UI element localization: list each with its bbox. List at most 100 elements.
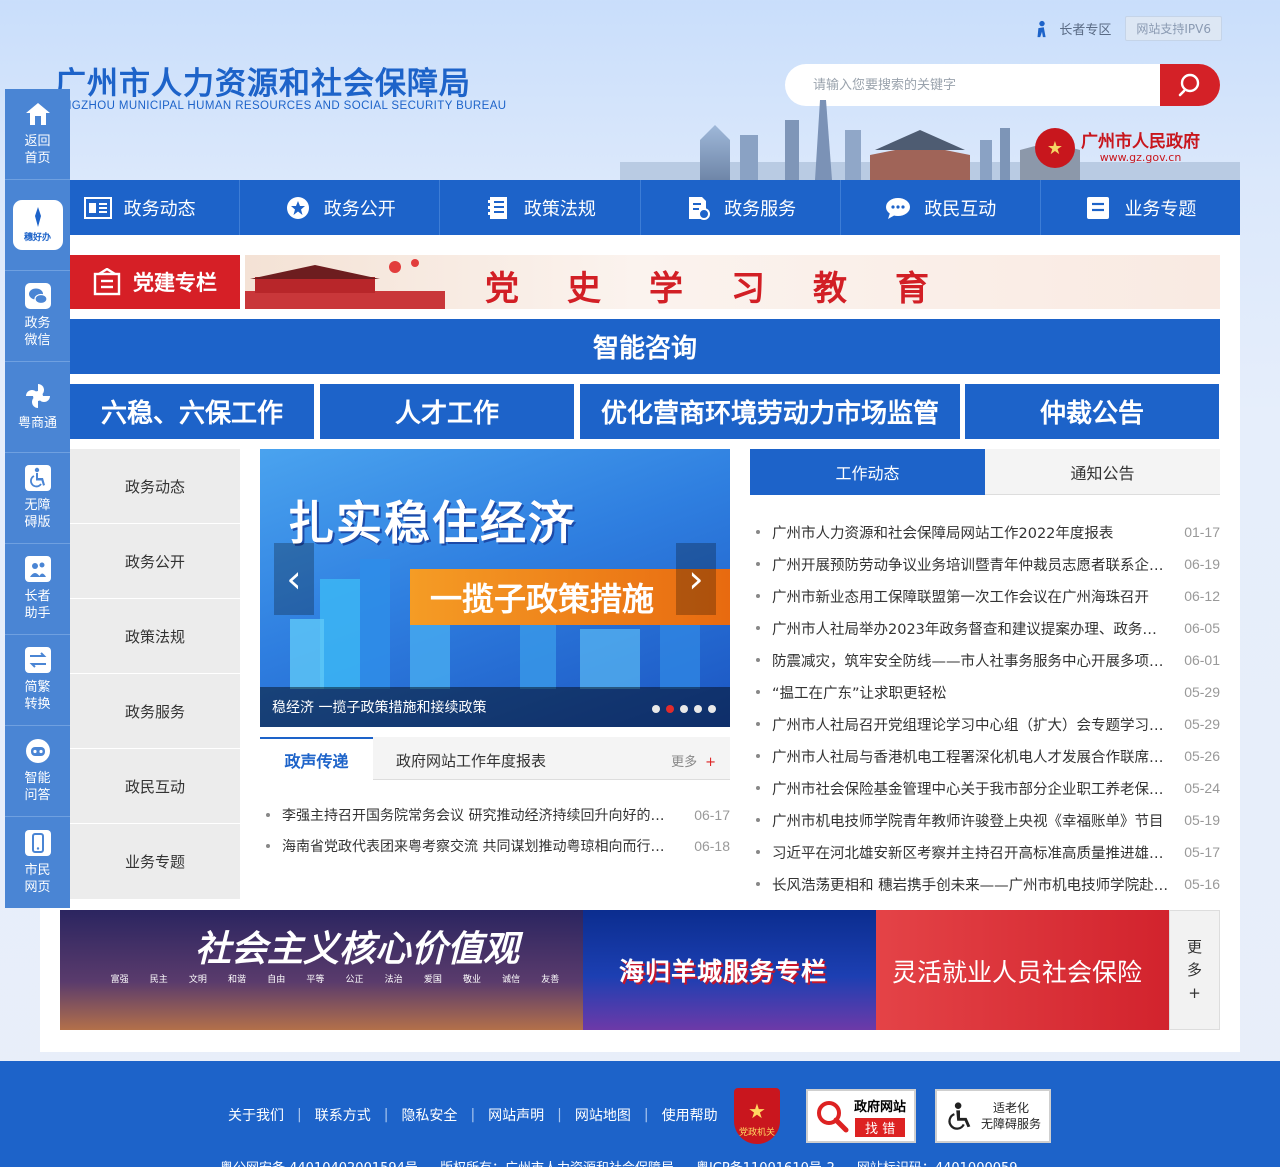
- sidebar-item-wechat[interactable]: 政务 微信: [5, 271, 70, 362]
- elder-zone-link[interactable]: 长者专区: [1033, 19, 1111, 38]
- news-date: 06-12: [1184, 588, 1220, 604]
- tab-work-news[interactable]: 工作动态: [750, 449, 985, 495]
- gov-error-report-badge[interactable]: 政府网站 找 错: [806, 1089, 916, 1143]
- news-item[interactable]: 广州市人社局举办2023年政务督查和建议提案办理、政务公开工作培训 06-05: [752, 612, 1220, 644]
- more-char: 多: [1186, 960, 1202, 979]
- news-title: 广州市社会保险基金管理中心关于我市部分企业职工养老保险待遇调整: [772, 781, 1168, 798]
- nav-item-gov-open[interactable]: 政务公开: [240, 180, 441, 235]
- news-item[interactable]: 广州市新业态用工保障联盟第一次工作会议在广州海珠召开 06-12: [752, 580, 1220, 612]
- icp-record[interactable]: 粤ICP备11001610号-2: [696, 1157, 835, 1167]
- news-title: 广州开展预防劳动争议业务培训暨青年仲裁员志愿者联系企业活动: [772, 557, 1169, 574]
- footer-links: 关于我们 | 联系方式 | 隐私安全 | 网站声明 | 网站地图 | 使用帮助: [215, 1105, 731, 1125]
- carousel-dot[interactable]: [680, 705, 688, 713]
- sidebar-item-citizen-web[interactable]: 市民 网页: [5, 817, 70, 908]
- flexible-employment-banner[interactable]: 灵活就业人员社会保险: [876, 910, 1169, 1030]
- more-char: 更: [1186, 937, 1202, 956]
- sidebar-item-accessible[interactable]: 无障 碍版: [5, 453, 70, 544]
- work-tabs: 工作动态 通知公告: [750, 449, 1220, 495]
- sidebar-item-suihaoban[interactable]: 穗好办: [5, 180, 70, 271]
- tab-notices[interactable]: 通知公告: [985, 449, 1220, 495]
- app-icon: 穗好办: [12, 200, 63, 250]
- carousel-next-button[interactable]: ›: [676, 543, 716, 615]
- news-item[interactable]: 广州开展预防劳动争议业务培训暨青年仲裁员志愿者联系企业活动 06-19: [752, 548, 1220, 580]
- carousel-prev-button[interactable]: ‹: [274, 543, 314, 615]
- banners-more-button[interactable]: 更 多 +: [1169, 910, 1220, 1030]
- nav-item-interaction[interactable]: 政民互动: [841, 180, 1041, 235]
- carousel-dot-active[interactable]: [666, 705, 674, 713]
- news-board-icon: [83, 196, 112, 219]
- footer-link[interactable]: 网站地图: [562, 1105, 644, 1125]
- carousel-dot[interactable]: [708, 705, 716, 713]
- news-title: 广州市人力资源和社会保障局网站工作2022年度报表: [772, 525, 1114, 542]
- left-menu-item[interactable]: 政策法规: [70, 599, 240, 674]
- smart-consult-bar[interactable]: 智能咨询: [70, 319, 1220, 374]
- sidebar-item-convert[interactable]: 简繁 转换: [5, 635, 70, 726]
- sidebar-label: 问答: [24, 788, 51, 803]
- news-item[interactable]: “揾工在广东”让求职更轻松 05-29: [752, 676, 1220, 708]
- core-values-banner[interactable]: 社会主义核心价值观 富强 民主 文明 和谐 自由 平等 公正 法治 爱国 敬业 …: [60, 910, 583, 1030]
- news-item[interactable]: 广州市人社局与香港机电工程署深化机电人才发展合作联席会议 05-26: [752, 740, 1220, 772]
- tab-gov-voice[interactable]: 政声传递: [260, 737, 373, 780]
- news-item[interactable]: 李强主持召开国务院常务会议 研究推动经济持续回升向好的一批政策措施 06-17: [262, 799, 730, 830]
- overseas-returnee-banner[interactable]: 海归羊城服务专栏: [583, 910, 876, 1030]
- nav-label: 政务公开: [323, 198, 396, 220]
- footer-link[interactable]: 联系方式: [302, 1105, 384, 1125]
- accessibility-service-badge[interactable]: 适老化 无障碍服务: [935, 1089, 1051, 1143]
- gz-gov-logo[interactable]: ★ 广州市人民政府 www.gz.gov.cn: [1035, 128, 1200, 168]
- news-item[interactable]: 防震减灾，筑牢安全防线——市人社事务服务中心开展多项防灾减灾演练 06-01: [752, 644, 1220, 676]
- news-title: 李强主持召开国务院常务会议 研究推动经济持续回升向好的一批政策措施: [282, 807, 679, 824]
- footer-link[interactable]: 隐私安全: [388, 1105, 470, 1125]
- magnifier-icon: [817, 1101, 849, 1133]
- carousel-dot[interactable]: [694, 705, 702, 713]
- left-menu-item[interactable]: 政务动态: [70, 449, 240, 524]
- tab-annual-report[interactable]: 政府网站工作年度报表: [396, 750, 546, 771]
- left-menu-item[interactable]: 政务公开: [70, 524, 240, 599]
- news-date: 05-29: [1184, 716, 1220, 732]
- carousel-dot[interactable]: [652, 705, 660, 713]
- nav-item-policy[interactable]: 政策法规: [440, 180, 641, 235]
- sidebar-label: 返回: [24, 134, 51, 149]
- nav-item-service[interactable]: 政务服务: [641, 180, 841, 235]
- news-item[interactable]: 长风浩荡更相和 穗岩携手创未来——广州市机电技师学院赴龙岩交流 05-16: [752, 868, 1220, 900]
- site-title[interactable]: 广州市人力资源和社会保障局: [55, 58, 471, 103]
- gov-name: 广州市人民政府: [1081, 131, 1200, 152]
- party-building-button[interactable]: 党建专栏: [70, 255, 240, 309]
- topic-talent[interactable]: 人才工作: [320, 384, 574, 439]
- party-history-banner[interactable]: 党史学习教育: [245, 255, 1220, 309]
- news-item[interactable]: 广州市机电技师学院青年教师许骏登上央视《幸福账单》节目 05-19: [752, 804, 1220, 836]
- sidebar-item-elder-helper[interactable]: 长者 助手: [5, 544, 70, 635]
- news-carousel[interactable]: 扎实稳住经济 一揽子政策措施 ‹ › 稳经济 一揽子政策措施和接续政策: [260, 449, 730, 727]
- news-item[interactable]: 习近平在河北雄安新区考察并主持召开高标准高质量推进雄安新区建设座谈会 05-17: [752, 836, 1220, 868]
- news-item[interactable]: 广州市社会保险基金管理中心关于我市部分企业职工养老保险待遇调整 05-24: [752, 772, 1220, 804]
- footer-link[interactable]: 关于我们: [215, 1105, 297, 1125]
- sidebar-label: 首页: [24, 151, 51, 166]
- more-link[interactable]: 更多 +: [671, 751, 716, 770]
- sidebar-item-smart-qa[interactable]: 智能 问答: [5, 726, 70, 817]
- sidebar-item-yueshangtong[interactable]: 粤商通: [5, 362, 70, 453]
- sidebar-label: 微信: [24, 333, 51, 348]
- nav-label: 政务服务: [724, 198, 797, 220]
- footer-link[interactable]: 网站声明: [475, 1105, 557, 1125]
- footer-link[interactable]: 使用帮助: [649, 1105, 731, 1125]
- left-menu: 政务动态 政务公开 政策法规 政务服务 政民互动 业务专题: [70, 449, 240, 899]
- nav-item-topics[interactable]: 业务专题: [1041, 180, 1240, 235]
- left-menu-item[interactable]: 政民互动: [70, 749, 240, 824]
- left-menu-item[interactable]: 业务专题: [70, 824, 240, 899]
- police-record[interactable]: 粤公网安备 44010402001594号: [220, 1157, 418, 1167]
- sidebar-item-home[interactable]: 返回 首页: [5, 89, 70, 180]
- nav-label: 政民互动: [924, 198, 997, 220]
- value-item: 友善: [541, 975, 560, 985]
- topic-arbitration[interactable]: 仲裁公告: [965, 384, 1219, 439]
- topic-business-environment[interactable]: 优化营商环境劳动力市场监管: [580, 384, 960, 439]
- news-item[interactable]: 海南省党政代表团来粤考察交流 共同谋划推动粤琼相向而行合作发展 06-18: [262, 830, 730, 861]
- bullet-icon: [756, 722, 760, 726]
- site-subtitle: ANGZHOU MUNICIPAL HUMAN RESOURCES AND SO…: [55, 100, 507, 112]
- news-date: 05-29: [1184, 684, 1220, 700]
- nav-item-gov-news[interactable]: 政务动态: [40, 180, 241, 235]
- carousel-title: 扎实稳住经济: [288, 496, 576, 550]
- topic-six-stability[interactable]: 六稳、六保工作: [70, 384, 314, 439]
- news-item[interactable]: 广州市人社局召开党组理论学习中心组（扩大）会专题学习研讨 05-29: [752, 708, 1220, 740]
- left-menu-item[interactable]: 政务服务: [70, 674, 240, 749]
- news-item[interactable]: 广州市人力资源和社会保障局网站工作2022年度报表 01-17: [752, 516, 1220, 548]
- party-organ-badge[interactable]: ★ 党政机关: [734, 1088, 780, 1144]
